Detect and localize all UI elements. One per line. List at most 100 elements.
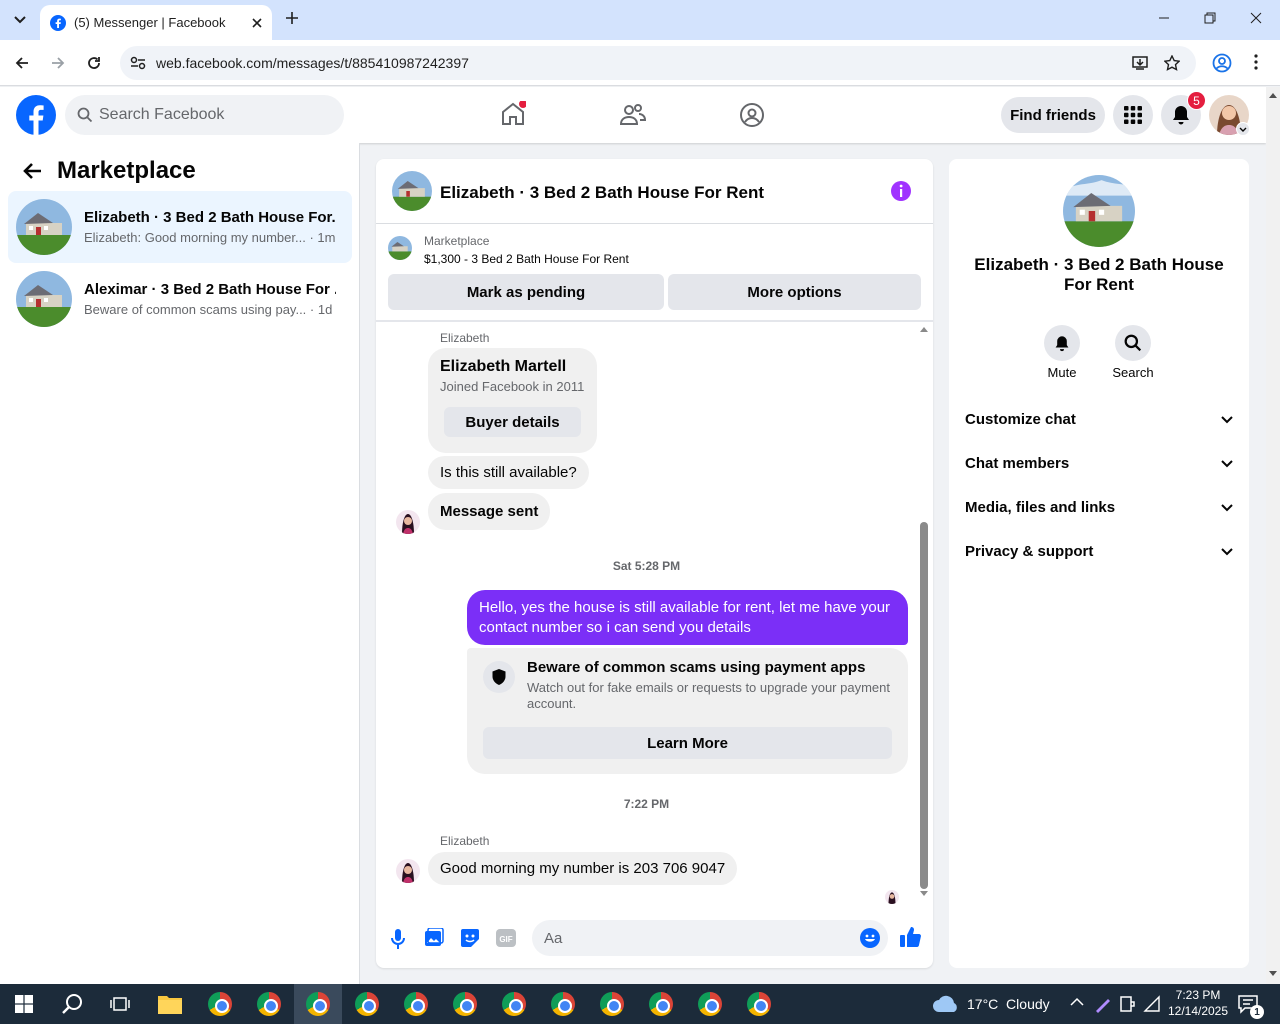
weather-text[interactable]: 17°C Cloudy xyxy=(967,996,1050,1012)
arrow-left-icon xyxy=(23,163,41,179)
taskbar-chrome-12[interactable] xyxy=(735,984,783,1024)
close-tab-icon[interactable] xyxy=(252,17,262,28)
mark-as-pending-button[interactable]: Mark as pending xyxy=(388,274,664,310)
taskbar-chrome-4[interactable] xyxy=(343,984,391,1024)
close-window-button[interactable] xyxy=(1250,12,1262,24)
mute-button[interactable] xyxy=(1044,325,1080,361)
taskbar-chrome-2[interactable] xyxy=(245,984,293,1024)
forward-button[interactable] xyxy=(50,55,66,71)
taskbar-chrome-active[interactable] xyxy=(294,984,342,1024)
new-tab-button[interactable] xyxy=(284,10,300,26)
listing-title[interactable]: $1,300 - 3 Bed 2 Bath House For Rent xyxy=(424,252,629,266)
outgoing-message-bubble[interactable]: Hello, yes the house is still available … xyxy=(467,590,908,645)
nav-home[interactable] xyxy=(500,101,526,127)
sender-avatar[interactable] xyxy=(396,859,420,883)
microphone-icon xyxy=(391,929,405,949)
conversation-item[interactable]: Elizabeth · 3 Bed 2 Bath House For... El… xyxy=(8,191,352,263)
taskbar-chrome-11[interactable] xyxy=(686,984,734,1024)
notification-count-badge: 5 xyxy=(1187,91,1206,110)
file-explorer-button[interactable] xyxy=(146,984,194,1024)
taskbar-search-button[interactable] xyxy=(48,984,96,1024)
search-conversation-button[interactable] xyxy=(1115,325,1151,361)
message-input-placeholder: Aa xyxy=(544,929,563,947)
read-receipt-avatar xyxy=(885,890,899,904)
reload-button[interactable] xyxy=(86,55,102,71)
meet-tray-button[interactable] xyxy=(1119,995,1135,1013)
task-view-button[interactable] xyxy=(96,984,144,1024)
profile-button[interactable] xyxy=(1212,53,1232,73)
accordion-privacy-support[interactable]: Privacy & support xyxy=(965,543,1233,560)
details-avatar[interactable] xyxy=(1063,175,1135,247)
browser-tab[interactable]: (5) Messenger | Facebook xyxy=(40,5,272,40)
pen-tray-icon-button[interactable] xyxy=(1094,995,1112,1013)
task-view-icon xyxy=(110,997,130,1011)
facebook-logo-icon xyxy=(16,95,56,135)
more-options-button[interactable]: More options xyxy=(668,274,921,310)
sender-avatar[interactable] xyxy=(396,510,420,534)
search-input[interactable]: Search Facebook xyxy=(65,95,344,135)
voice-clip-button[interactable] xyxy=(390,928,406,950)
message-bubble[interactable]: Good morning my number is 203 706 9047 xyxy=(428,852,738,885)
menu-button[interactable] xyxy=(1113,95,1153,135)
accordion-media-files-links[interactable]: Media, files and links xyxy=(965,499,1233,516)
weather-widget[interactable] xyxy=(932,994,960,1014)
taskbar-chrome-5[interactable] xyxy=(392,984,440,1024)
conversation-name: Elizabeth · 3 Bed 2 Bath House For... xyxy=(84,209,336,226)
browser-menu-button[interactable] xyxy=(1254,54,1258,70)
taskbar-chrome-6[interactable] xyxy=(441,984,489,1024)
accordion-chat-members[interactable]: Chat members xyxy=(965,455,1233,472)
message-input[interactable]: Aa xyxy=(532,920,888,956)
accordion-label: Privacy & support xyxy=(965,543,1094,560)
taskbar-chrome-1[interactable] xyxy=(196,984,244,1024)
install-app-icon[interactable] xyxy=(1132,55,1148,71)
conversation-info-button[interactable] xyxy=(890,180,912,202)
photo-icon xyxy=(425,928,444,946)
learn-more-button[interactable]: Learn More xyxy=(483,727,892,759)
emoji-icon[interactable] xyxy=(860,928,880,948)
message-scrollbar[interactable] xyxy=(917,323,931,899)
like-button[interactable] xyxy=(899,926,921,948)
bell-icon xyxy=(1055,335,1069,351)
site-settings-icon[interactable] xyxy=(130,56,146,70)
back-button[interactable] xyxy=(14,55,30,71)
url-field[interactable]: web.facebook.com/messages/t/885410987242… xyxy=(120,46,1196,80)
accordion-customize-chat[interactable]: Customize chat xyxy=(965,411,1233,428)
attach-photo-button[interactable] xyxy=(424,928,444,948)
clock[interactable]: 7:23 PM 12/14/2025 xyxy=(1160,987,1236,1019)
restore-button[interactable] xyxy=(1204,12,1216,24)
minimize-button[interactable] xyxy=(1158,12,1170,24)
scrollbar-thumb[interactable] xyxy=(920,522,928,889)
conversation-item[interactable]: Aleximar · 3 Bed 2 Bath House For ... Be… xyxy=(8,263,352,335)
taskbar-chrome-8[interactable] xyxy=(539,984,587,1024)
message-bubble[interactable]: Message sent xyxy=(428,493,551,530)
facebook-logo[interactable] xyxy=(16,95,56,135)
buyer-details-button[interactable]: Buyer details xyxy=(444,407,581,437)
gif-button[interactable]: GIF xyxy=(496,929,516,947)
tray-overflow-button[interactable] xyxy=(1070,997,1084,1007)
arrow-right-icon xyxy=(52,57,65,69)
browser-tabstrip: (5) Messenger | Facebook xyxy=(0,0,1280,40)
account-menu-toggle[interactable] xyxy=(1236,122,1250,136)
chat-avatar[interactable] xyxy=(392,171,432,211)
search-icon xyxy=(1124,334,1142,352)
nav-groups[interactable] xyxy=(739,102,765,128)
thumbs-up-icon xyxy=(900,927,921,947)
taskbar-chrome-7[interactable] xyxy=(490,984,538,1024)
message-bubble[interactable]: Is this still available? xyxy=(428,456,589,489)
chat-title[interactable]: Elizabeth · 3 Bed 2 Bath House For Rent xyxy=(440,183,764,203)
page-scrollbar[interactable] xyxy=(1266,87,1280,984)
tab-search-button[interactable] xyxy=(8,8,32,32)
sticker-button[interactable] xyxy=(460,928,480,948)
chrome-icon xyxy=(453,992,477,1016)
back-to-chats-button[interactable] xyxy=(22,162,42,180)
chrome-icon xyxy=(355,992,379,1016)
taskbar-chrome-9[interactable] xyxy=(588,984,636,1024)
bookmark-star-icon[interactable] xyxy=(1164,55,1180,71)
gif-icon: GIF xyxy=(496,929,516,947)
start-button[interactable] xyxy=(0,984,48,1024)
taskbar-chrome-10[interactable] xyxy=(637,984,685,1024)
network-button[interactable] xyxy=(1143,995,1161,1013)
find-friends-button[interactable]: Find friends xyxy=(1001,97,1105,133)
nav-friends[interactable] xyxy=(620,103,646,127)
house-photo-icon xyxy=(392,171,432,211)
